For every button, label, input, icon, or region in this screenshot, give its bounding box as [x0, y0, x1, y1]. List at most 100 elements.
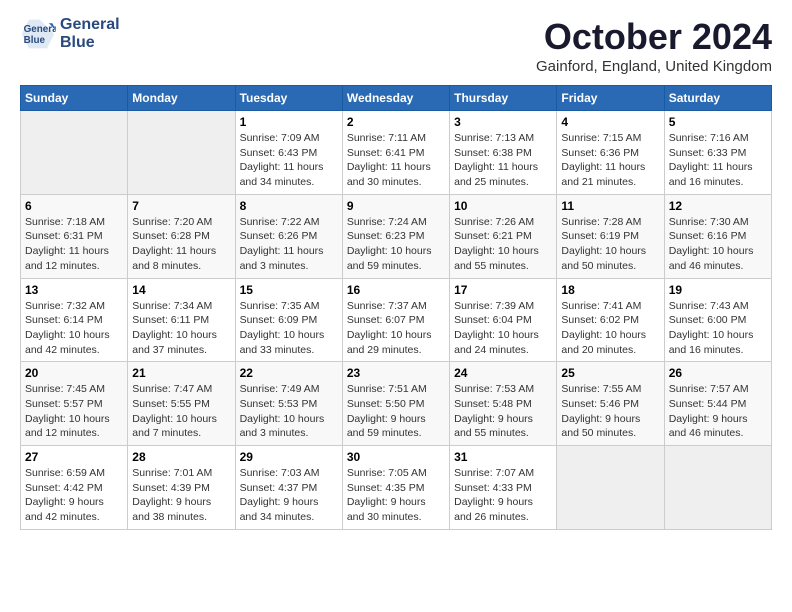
- calendar-cell: 18 Sunrise: 7:41 AMSunset: 6:02 PMDayligh…: [557, 278, 664, 362]
- calendar-cell: 22Sunrise: 7:49 AMSunset: 5:53 PMDayligh…: [235, 362, 342, 446]
- day-number: 5: [669, 115, 767, 129]
- calendar-cell: 20 Sunrise: 7:45 AMSunset: 5:57 PMDayligh…: [21, 362, 128, 446]
- weekday-header-tuesday: Tuesday: [235, 86, 342, 111]
- day-number: 16: [347, 283, 445, 297]
- day-number: 18: [561, 283, 659, 297]
- day-detail: Sunrise: 7:05 AMSunset: 4:35 PMDaylight:…: [347, 466, 445, 525]
- logo: General Blue General Blue: [20, 16, 120, 52]
- calendar-cell: 21Sunrise: 7:47 AMSunset: 5:55 PMDayligh…: [128, 362, 235, 446]
- calendar-cell: 26Sunrise: 7:57 AMSunset: 5:44 PMDayligh…: [664, 362, 771, 446]
- logo-blue: Blue: [60, 34, 120, 52]
- day-number: 29: [240, 450, 338, 464]
- calendar-cell: 9 Sunrise: 7:24 AMSunset: 6:23 PMDaylight…: [342, 194, 449, 278]
- weekday-header-thursday: Thursday: [450, 86, 557, 111]
- day-number: 28: [132, 450, 230, 464]
- day-number: 31: [454, 450, 552, 464]
- day-number: 21: [132, 366, 230, 380]
- day-detail: Sunrise: 7:34 AMSunset: 6:11 PMDaylight:…: [132, 299, 230, 358]
- calendar-week-4: 20 Sunrise: 7:45 AMSunset: 5:57 PMDayligh…: [21, 362, 772, 446]
- day-number: 24: [454, 366, 552, 380]
- calendar-cell: 8 Sunrise: 7:22 AMSunset: 6:26 PMDaylight…: [235, 194, 342, 278]
- calendar-week-1: 1Sunrise: 7:09 AMSunset: 6:43 PMDaylight…: [21, 111, 772, 195]
- day-number: 19: [669, 283, 767, 297]
- calendar-cell: 30 Sunrise: 7:05 AMSunset: 4:35 PMDayligh…: [342, 446, 449, 530]
- calendar-cell: 25 Sunrise: 7:55 AMSunset: 5:46 PMDayligh…: [557, 362, 664, 446]
- day-detail: Sunrise: 7:16 AMSunset: 6:33 PMDaylight:…: [669, 131, 767, 190]
- month-title: October 2024: [536, 16, 772, 58]
- calendar-cell: 13 Sunrise: 7:32 AMSunset: 6:14 PMDayligh…: [21, 278, 128, 362]
- calendar-cell: [21, 111, 128, 195]
- day-detail: Sunrise: 7:45 AMSunset: 5:57 PMDaylight:…: [25, 382, 123, 441]
- calendar-cell: 24 Sunrise: 7:53 AMSunset: 5:48 PMDayligh…: [450, 362, 557, 446]
- day-detail: Sunrise: 7:07 AMSunset: 4:33 PMDaylight:…: [454, 466, 552, 525]
- day-number: 11: [561, 199, 659, 213]
- day-number: 6: [25, 199, 123, 213]
- day-number: 25: [561, 366, 659, 380]
- day-detail: Sunrise: 7:55 AMSunset: 5:46 PMDaylight:…: [561, 382, 659, 441]
- location: Gainford, England, United Kingdom: [536, 58, 772, 75]
- day-number: 14: [132, 283, 230, 297]
- weekday-header-wednesday: Wednesday: [342, 86, 449, 111]
- day-detail: Sunrise: 7:18 AMSunset: 6:31 PMDaylight:…: [25, 215, 123, 274]
- day-detail: Sunrise: 7:26 AMSunset: 6:21 PMDaylight:…: [454, 215, 552, 274]
- day-number: 4: [561, 115, 659, 129]
- day-number: 7: [132, 199, 230, 213]
- calendar-cell: 16 Sunrise: 7:37 AMSunset: 6:07 PMDayligh…: [342, 278, 449, 362]
- calendar-cell: 4 Sunrise: 7:15 AMSunset: 6:36 PMDaylight…: [557, 111, 664, 195]
- day-number: 2: [347, 115, 445, 129]
- day-detail: Sunrise: 7:39 AMSunset: 6:04 PMDaylight:…: [454, 299, 552, 358]
- logo-icon: General Blue: [20, 16, 56, 52]
- day-detail: Sunrise: 7:53 AMSunset: 5:48 PMDaylight:…: [454, 382, 552, 441]
- weekday-header-saturday: Saturday: [664, 86, 771, 111]
- day-number: 22: [240, 366, 338, 380]
- calendar-cell: 2Sunrise: 7:11 AMSunset: 6:41 PMDaylight…: [342, 111, 449, 195]
- calendar-cell: 12 Sunrise: 7:30 AMSunset: 6:16 PMDayligh…: [664, 194, 771, 278]
- calendar-cell: [128, 111, 235, 195]
- header: General Blue General Blue October 2024 G…: [20, 16, 772, 75]
- calendar-cell: 28 Sunrise: 7:01 AMSunset: 4:39 PMDayligh…: [128, 446, 235, 530]
- day-number: 13: [25, 283, 123, 297]
- calendar-cell: 11 Sunrise: 7:28 AMSunset: 6:19 PMDayligh…: [557, 194, 664, 278]
- day-number: 12: [669, 199, 767, 213]
- day-number: 8: [240, 199, 338, 213]
- day-detail: Sunrise: 6:59 AMSunset: 4:42 PMDaylight:…: [25, 466, 123, 525]
- day-detail: Sunrise: 7:15 AMSunset: 6:36 PMDaylight:…: [561, 131, 659, 190]
- day-detail: Sunrise: 7:32 AMSunset: 6:14 PMDaylight:…: [25, 299, 123, 358]
- day-number: 30: [347, 450, 445, 464]
- day-number: 20: [25, 366, 123, 380]
- calendar-cell: [664, 446, 771, 530]
- weekday-header-friday: Friday: [557, 86, 664, 111]
- calendar-cell: 1Sunrise: 7:09 AMSunset: 6:43 PMDaylight…: [235, 111, 342, 195]
- day-detail: Sunrise: 7:35 AMSunset: 6:09 PMDaylight:…: [240, 299, 338, 358]
- svg-text:Blue: Blue: [24, 35, 46, 46]
- calendar-cell: 5 Sunrise: 7:16 AMSunset: 6:33 PMDaylight…: [664, 111, 771, 195]
- day-detail: Sunrise: 7:01 AMSunset: 4:39 PMDaylight:…: [132, 466, 230, 525]
- logo-general: General: [60, 16, 120, 34]
- day-number: 23: [347, 366, 445, 380]
- calendar-cell: 19Sunrise: 7:43 AMSunset: 6:00 PMDayligh…: [664, 278, 771, 362]
- day-number: 27: [25, 450, 123, 464]
- weekday-header-sunday: Sunday: [21, 86, 128, 111]
- weekday-header-monday: Monday: [128, 86, 235, 111]
- day-detail: Sunrise: 7:03 AMSunset: 4:37 PMDaylight:…: [240, 466, 338, 525]
- calendar-table: SundayMondayTuesdayWednesdayThursdayFrid…: [20, 85, 772, 530]
- day-detail: Sunrise: 7:51 AMSunset: 5:50 PMDaylight:…: [347, 382, 445, 441]
- calendar-cell: 10Sunrise: 7:26 AMSunset: 6:21 PMDayligh…: [450, 194, 557, 278]
- day-detail: Sunrise: 7:57 AMSunset: 5:44 PMDaylight:…: [669, 382, 767, 441]
- calendar-cell: 14 Sunrise: 7:34 AMSunset: 6:11 PMDayligh…: [128, 278, 235, 362]
- day-number: 15: [240, 283, 338, 297]
- day-number: 17: [454, 283, 552, 297]
- day-detail: Sunrise: 7:28 AMSunset: 6:19 PMDaylight:…: [561, 215, 659, 274]
- day-number: 3: [454, 115, 552, 129]
- day-detail: Sunrise: 7:37 AMSunset: 6:07 PMDaylight:…: [347, 299, 445, 358]
- calendar-cell: 27 Sunrise: 6:59 AMSunset: 4:42 PMDayligh…: [21, 446, 128, 530]
- day-detail: Sunrise: 7:41 AMSunset: 6:02 PMDaylight:…: [561, 299, 659, 358]
- day-detail: Sunrise: 7:30 AMSunset: 6:16 PMDaylight:…: [669, 215, 767, 274]
- day-number: 9: [347, 199, 445, 213]
- calendar-cell: 17 Sunrise: 7:39 AMSunset: 6:04 PMDayligh…: [450, 278, 557, 362]
- calendar-cell: 3 Sunrise: 7:13 AMSunset: 6:38 PMDaylight…: [450, 111, 557, 195]
- day-detail: Sunrise: 7:24 AMSunset: 6:23 PMDaylight:…: [347, 215, 445, 274]
- calendar-cell: 31 Sunrise: 7:07 AMSunset: 4:33 PMDayligh…: [450, 446, 557, 530]
- day-detail: Sunrise: 7:22 AMSunset: 6:26 PMDaylight:…: [240, 215, 338, 274]
- day-detail: Sunrise: 7:13 AMSunset: 6:38 PMDaylight:…: [454, 131, 552, 190]
